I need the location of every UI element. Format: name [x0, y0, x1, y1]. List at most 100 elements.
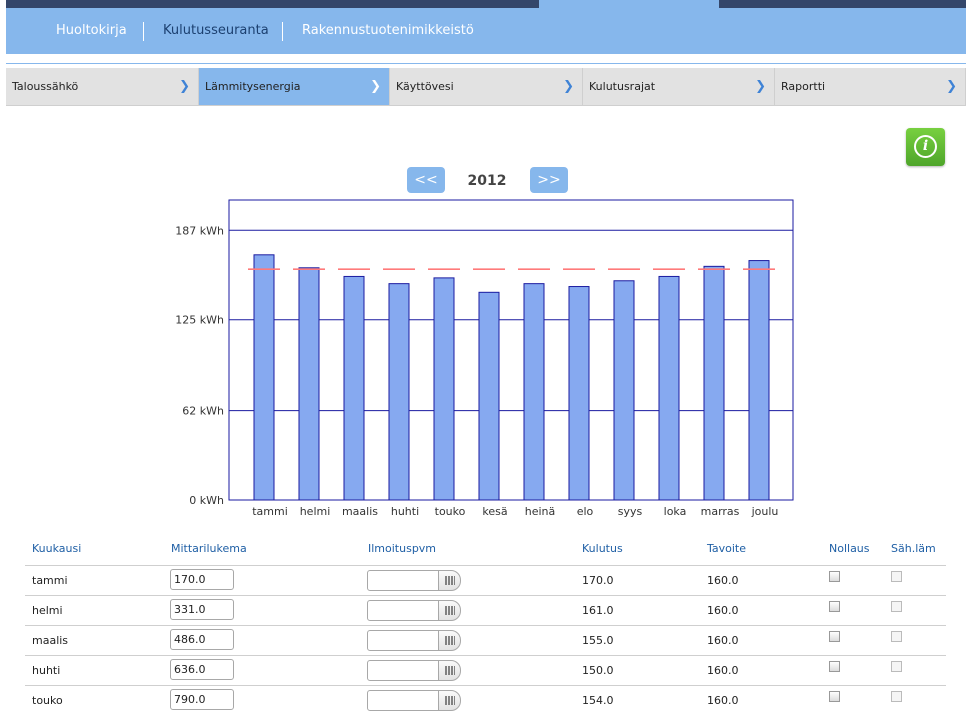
table-row: huhti 150.0 160.0 — [25, 655, 946, 685]
tab-label: Raportti — [781, 80, 826, 93]
consumption-bar — [253, 254, 275, 501]
x-tick-label: kesä — [482, 505, 507, 518]
target-cell: 160.0 — [707, 634, 739, 647]
reset-checkbox[interactable] — [829, 631, 840, 642]
consumption-cell: 161.0 — [582, 604, 614, 617]
elec-heating-checkbox[interactable] — [891, 571, 902, 582]
elec-heating-checkbox[interactable] — [891, 631, 902, 642]
elec-heating-checkbox[interactable] — [891, 691, 902, 702]
x-tick-label: marras — [701, 505, 740, 518]
nav-item-huoltokirja[interactable]: Huoltokirja — [56, 8, 127, 54]
info-button[interactable]: i — [906, 128, 945, 166]
nav-item-rakennustuotenimikkeisto[interactable]: Rakennustuotenimikkeistö — [302, 8, 474, 54]
consumption-bar — [478, 291, 500, 501]
month-cell: touko — [32, 694, 63, 707]
month-cell: tammi — [32, 574, 68, 587]
date-input[interactable] — [367, 600, 439, 621]
consumption-bar — [388, 283, 410, 501]
header-meter: Mittarilukema — [171, 542, 247, 555]
consumption-cell: 150.0 — [582, 664, 614, 677]
header-date: Ilmoituspvm — [368, 542, 437, 555]
date-input[interactable] — [367, 630, 439, 651]
header-consumption: Kulutus — [582, 542, 623, 555]
consumption-bar — [433, 277, 455, 501]
date-picker — [367, 690, 461, 712]
target-cell: 160.0 — [707, 664, 739, 677]
elec-heating-checkbox[interactable] — [891, 661, 902, 672]
consumption-bar — [523, 283, 545, 501]
elec-heating-checkbox[interactable] — [891, 601, 902, 612]
next-year-button[interactable]: >> — [530, 167, 568, 193]
calendar-icon — [445, 696, 455, 705]
x-tick-label: elo — [577, 505, 594, 518]
x-tick-label: touko — [435, 505, 466, 518]
consumption-bar — [343, 275, 365, 501]
date-input[interactable] — [367, 660, 439, 681]
calendar-button[interactable] — [438, 630, 461, 651]
x-tick-label: huhti — [391, 505, 419, 518]
calendar-icon — [445, 666, 455, 675]
header-reset: Nollaus — [829, 542, 870, 555]
date-picker — [367, 570, 461, 592]
divider — [6, 63, 966, 64]
header-month: Kuukausi — [32, 542, 82, 555]
header-target: Tavoite — [707, 542, 747, 555]
consumption-bar — [568, 286, 590, 501]
meter-reading-input[interactable] — [170, 569, 234, 590]
info-icon: i — [914, 135, 937, 158]
x-tick-label: joulu — [751, 505, 779, 518]
consumption-cell: 170.0 — [582, 574, 614, 587]
chevron-right-icon: ❯ — [179, 79, 190, 94]
top-strip-highlight — [539, 0, 719, 8]
tab-lammitysenergia[interactable]: Lämmitysenergia ❯ — [199, 68, 390, 106]
date-input[interactable] — [367, 570, 439, 591]
meter-reading-input[interactable] — [170, 629, 234, 650]
nav-item-kulutusseuranta[interactable]: Kulutusseuranta — [163, 8, 269, 54]
date-picker — [367, 660, 461, 682]
calendar-button[interactable] — [438, 600, 461, 621]
date-input[interactable] — [367, 690, 439, 711]
chevron-right-icon: ❯ — [946, 79, 957, 94]
consumption-cell: 154.0 — [582, 694, 614, 707]
tab-kulutusrajat[interactable]: Kulutusrajat ❯ — [583, 68, 775, 106]
year-label: 2012 — [467, 173, 507, 189]
table-row: maalis 155.0 160.0 — [25, 625, 946, 655]
y-tick-label: 187 kWh — [175, 224, 224, 237]
meter-reading-input[interactable] — [170, 599, 234, 620]
target-cell: 160.0 — [707, 574, 739, 587]
reset-checkbox[interactable] — [829, 691, 840, 702]
calendar-button[interactable] — [438, 660, 461, 681]
calendar-button[interactable] — [438, 570, 461, 591]
table-row: tammi 170.0 160.0 — [25, 565, 946, 595]
top-strip — [6, 0, 966, 8]
x-tick-label: syys — [618, 505, 643, 518]
reset-checkbox[interactable] — [829, 571, 840, 582]
consumption-bar — [613, 280, 635, 501]
month-cell: helmi — [32, 604, 63, 617]
prev-year-button[interactable]: << — [407, 167, 445, 193]
calendar-button[interactable] — [438, 690, 461, 711]
top-nav: Huoltokirja Kulutusseuranta Rakennustuot… — [6, 8, 966, 54]
table-row: helmi 161.0 160.0 — [25, 595, 946, 625]
target-cell: 160.0 — [707, 604, 739, 617]
x-tick-label: tammi — [252, 505, 288, 518]
date-picker — [367, 600, 461, 622]
meter-reading-input[interactable] — [170, 689, 234, 710]
consumption-bar — [703, 265, 725, 501]
y-tick-label: 62 kWh — [182, 405, 224, 418]
reset-checkbox[interactable] — [829, 601, 840, 612]
tab-kayttovesi[interactable]: Käyttövesi ❯ — [390, 68, 583, 106]
meter-reading-input[interactable] — [170, 659, 234, 680]
calendar-icon — [445, 576, 455, 585]
month-cell: maalis — [32, 634, 69, 647]
calendar-icon — [445, 606, 455, 615]
table-row: touko 154.0 160.0 — [25, 685, 946, 715]
tab-label: Käyttövesi — [396, 80, 454, 93]
tab-label: Taloussähkö — [12, 80, 79, 93]
reset-checkbox[interactable] — [829, 661, 840, 672]
chevron-right-icon: ❯ — [563, 79, 574, 94]
tab-taloussahko[interactable]: Taloussähkö ❯ — [6, 68, 199, 106]
tab-raportti[interactable]: Raportti ❯ — [775, 68, 966, 106]
date-picker — [367, 630, 461, 652]
header-elec: Säh.läm — [891, 542, 936, 555]
